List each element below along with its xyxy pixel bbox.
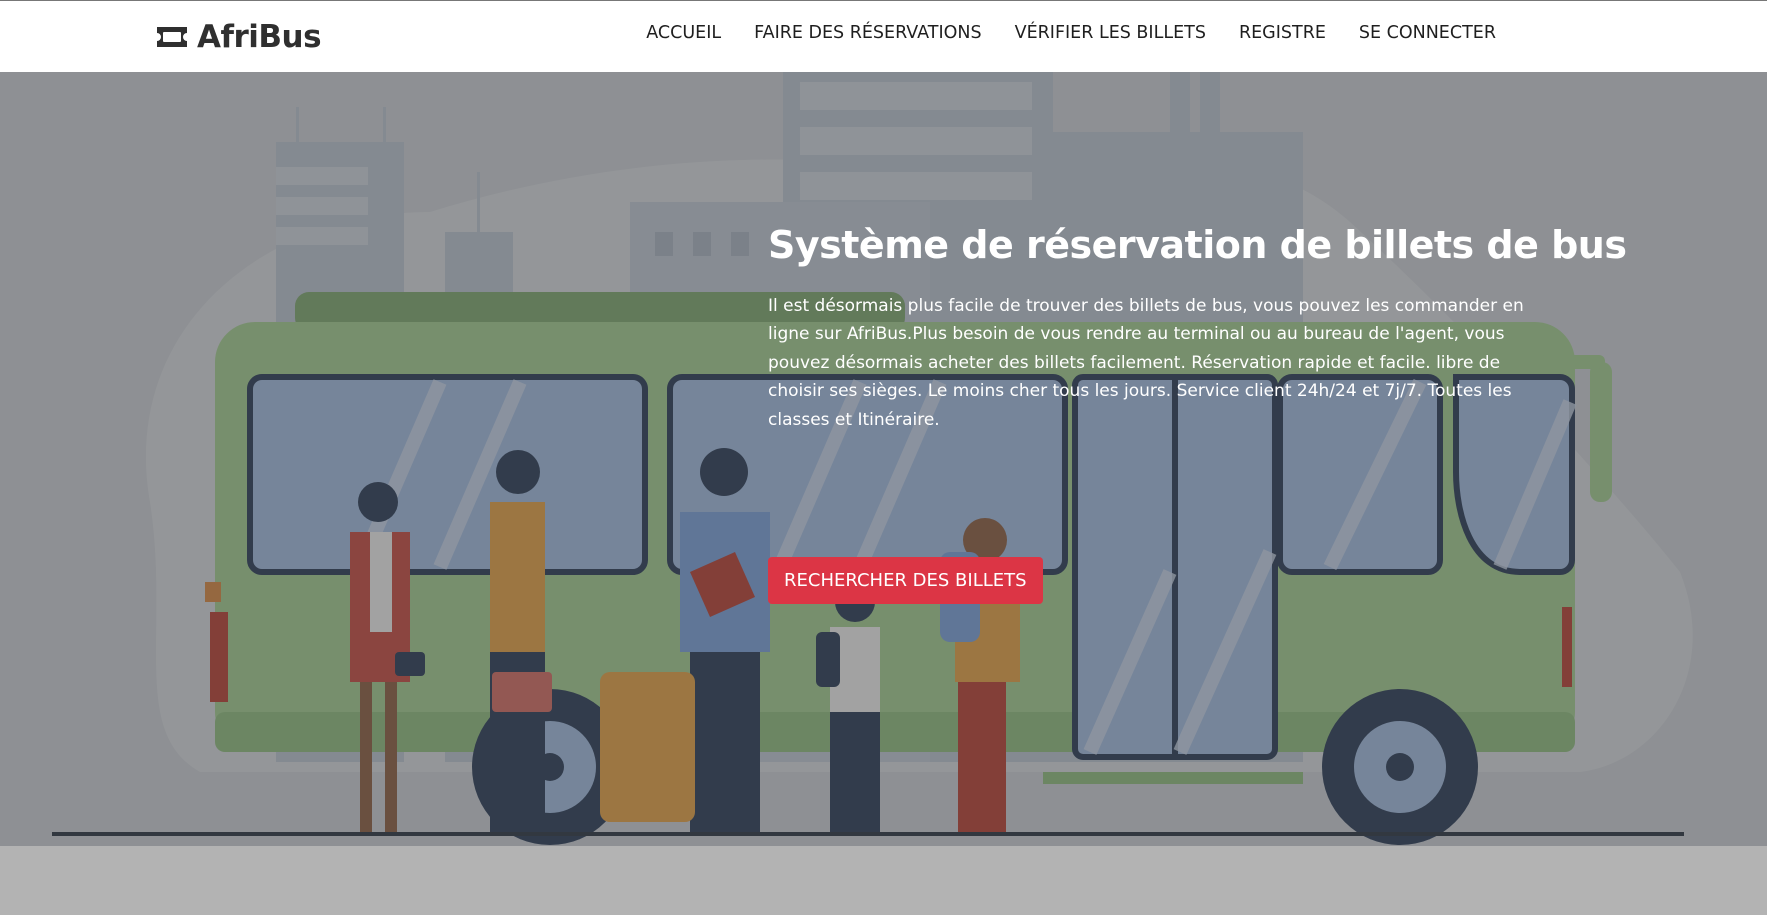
nav-item-se-connecter[interactable]: SE CONNECTER <box>1359 23 1496 43</box>
brand-name: AfriBus <box>197 19 322 55</box>
nav-item-verifier-les-billets[interactable]: VÉRIFIER LES BILLETS <box>1015 23 1206 43</box>
hero-content: Système de réservation de billets de bus… <box>768 222 1627 604</box>
nav-item-faire-des-reservations[interactable]: FAIRE DES RÉSERVATIONS <box>754 23 981 43</box>
top-navbar: AfriBus ACCUEIL FAIRE DES RÉSERVATIONS V… <box>0 0 1767 72</box>
page-footer-area <box>0 846 1767 915</box>
search-tickets-button[interactable]: RECHERCHER DES BILLETS <box>768 557 1043 604</box>
hero-title: Système de réservation de billets de bus <box>768 223 1627 267</box>
hero-overlay <box>0 72 1767 846</box>
ticket-icon <box>155 24 189 50</box>
hero-section: Système de réservation de billets de bus… <box>0 72 1767 846</box>
hero-description: Il est désormais plus facile de trouver … <box>768 295 1524 430</box>
nav-item-accueil[interactable]: ACCUEIL <box>646 23 721 43</box>
main-nav: ACCUEIL FAIRE DES RÉSERVATIONS VÉRIFIER … <box>646 23 1496 43</box>
brand-logo[interactable]: AfriBus <box>155 17 322 57</box>
nav-item-registre[interactable]: REGISTRE <box>1239 23 1326 43</box>
